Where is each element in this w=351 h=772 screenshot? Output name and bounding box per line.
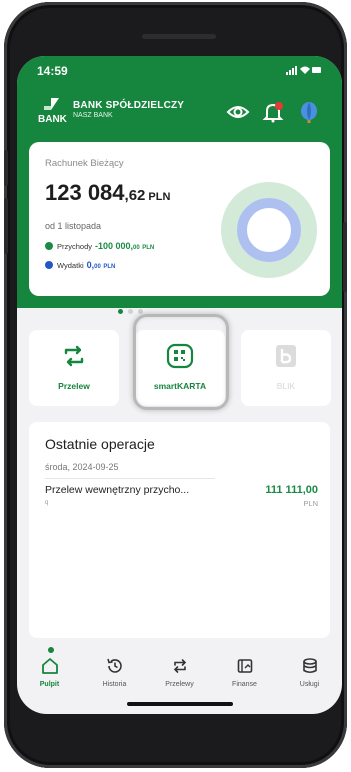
recent-operations-title: Ostatnie operacje bbox=[45, 436, 155, 452]
home-indicator[interactable] bbox=[127, 702, 233, 706]
expense-dot bbox=[45, 261, 53, 269]
quick-action-label: Przelew bbox=[58, 381, 90, 391]
transfers-icon bbox=[173, 659, 187, 673]
status-bar: 14:59 bbox=[17, 56, 342, 84]
earpiece bbox=[142, 34, 216, 39]
nav-item-finanse[interactable]: Finanse bbox=[212, 654, 277, 692]
expense-amount-decimal: 00 bbox=[94, 264, 101, 270]
balance-integer: 123 084 bbox=[45, 180, 125, 205]
history-icon bbox=[107, 658, 122, 673]
period-label: od 1 listopada bbox=[45, 221, 102, 231]
finance-icon bbox=[237, 659, 253, 673]
operation-currency: PLN bbox=[303, 499, 318, 508]
smartkarta-highlight-frame bbox=[133, 314, 229, 410]
income-dot bbox=[45, 242, 53, 250]
income-currency: PLN bbox=[142, 245, 155, 251]
nav-item-historia[interactable]: Historia bbox=[82, 654, 147, 692]
quick-action-label: BLIK bbox=[276, 381, 296, 391]
volume-down-button bbox=[4, 198, 8, 254]
nav-label: Finanse bbox=[232, 681, 257, 688]
bank-logo: BANK bbox=[38, 98, 67, 125]
income-legend: Przychody -100 000,00 PLN bbox=[45, 241, 154, 251]
income-label: Przychody bbox=[57, 241, 93, 251]
status-time: 14:59 bbox=[37, 64, 68, 78]
divider bbox=[45, 478, 215, 479]
donut-hole bbox=[249, 210, 289, 250]
carousel-dot-2[interactable] bbox=[128, 309, 133, 314]
phone-frame: 14:59 BANK BANK SPÓŁDZIELCZY NASZ BANK R… bbox=[4, 2, 347, 768]
account-card[interactable]: Rachunek Bieżący 123 084,62 PLN od 1 list… bbox=[29, 142, 330, 296]
operation-subtitle: q bbox=[45, 500, 49, 506]
expense-currency: PLN bbox=[103, 264, 116, 270]
transfer-icon bbox=[64, 345, 84, 367]
account-balance: 123 084,62 PLN bbox=[45, 180, 170, 206]
quick-action-przelew[interactable]: Przelew bbox=[29, 330, 119, 406]
nav-label: Pulpit bbox=[39, 681, 60, 688]
balloon-icon[interactable] bbox=[297, 100, 321, 124]
recent-operations-card: Ostatnie operacje środa, 2024-09-25 Prze… bbox=[29, 422, 330, 638]
expense-label: Wydatki bbox=[57, 260, 84, 270]
app-screen: 14:59 BANK BANK SPÓŁDZIELCZY NASZ BANK R… bbox=[17, 56, 342, 714]
carousel-dot-3[interactable] bbox=[138, 309, 143, 314]
nav-label: Historia bbox=[102, 681, 127, 688]
blik-icon bbox=[276, 345, 296, 367]
expense-legend: Wydatki 0,00 PLN bbox=[45, 260, 115, 270]
expense-amount-integer: 0, bbox=[86, 260, 95, 270]
nav-label: Przelewy bbox=[165, 681, 194, 688]
account-name: Rachunek Bieżący bbox=[45, 158, 124, 169]
income-amount-decimal: 00 bbox=[133, 245, 140, 251]
nav-item-przelewy[interactable]: Przelewy bbox=[147, 654, 212, 692]
bank-subtitle: NASZ BANK bbox=[73, 112, 113, 119]
operation-amount: 111 111,00 bbox=[265, 484, 318, 496]
bottom-navigation: Pulpit Historia Przelewy Finanse Usługi bbox=[17, 654, 342, 692]
home-icon bbox=[42, 658, 58, 674]
expense-amount: 0,00 PLN bbox=[87, 260, 116, 270]
eye-icon[interactable] bbox=[226, 100, 250, 124]
balance-decimal: ,62 bbox=[124, 187, 146, 204]
power-button bbox=[343, 222, 347, 292]
logo-text: BANK bbox=[38, 114, 67, 125]
income-amount: -100 000,00 PLN bbox=[95, 241, 154, 251]
operation-description: Przelew wewnętrzny przycho... bbox=[45, 484, 190, 496]
operations-date: środa, 2024-09-25 bbox=[45, 462, 119, 472]
signal-battery-icon bbox=[286, 66, 321, 75]
income-amount-integer: -100 000, bbox=[95, 241, 134, 251]
bank-name: BANK SPÓŁDZIELCZY bbox=[73, 100, 185, 111]
bell-icon[interactable] bbox=[261, 100, 285, 124]
nav-item-uslugi[interactable]: Usługi bbox=[277, 654, 342, 692]
volume-up-button bbox=[4, 150, 8, 186]
balance-donut-chart bbox=[221, 182, 317, 278]
carousel-dot-1[interactable] bbox=[118, 309, 123, 314]
balance-currency: PLN bbox=[148, 191, 171, 203]
quick-action-blik: BLIK bbox=[241, 330, 331, 406]
nav-label: Usługi bbox=[299, 681, 320, 688]
active-tab-indicator bbox=[48, 647, 54, 653]
nav-item-pulpit[interactable]: Pulpit bbox=[17, 654, 82, 692]
app-header: BANK BANK SPÓŁDZIELCZY NASZ BANK bbox=[17, 88, 342, 136]
services-icon bbox=[303, 658, 317, 674]
